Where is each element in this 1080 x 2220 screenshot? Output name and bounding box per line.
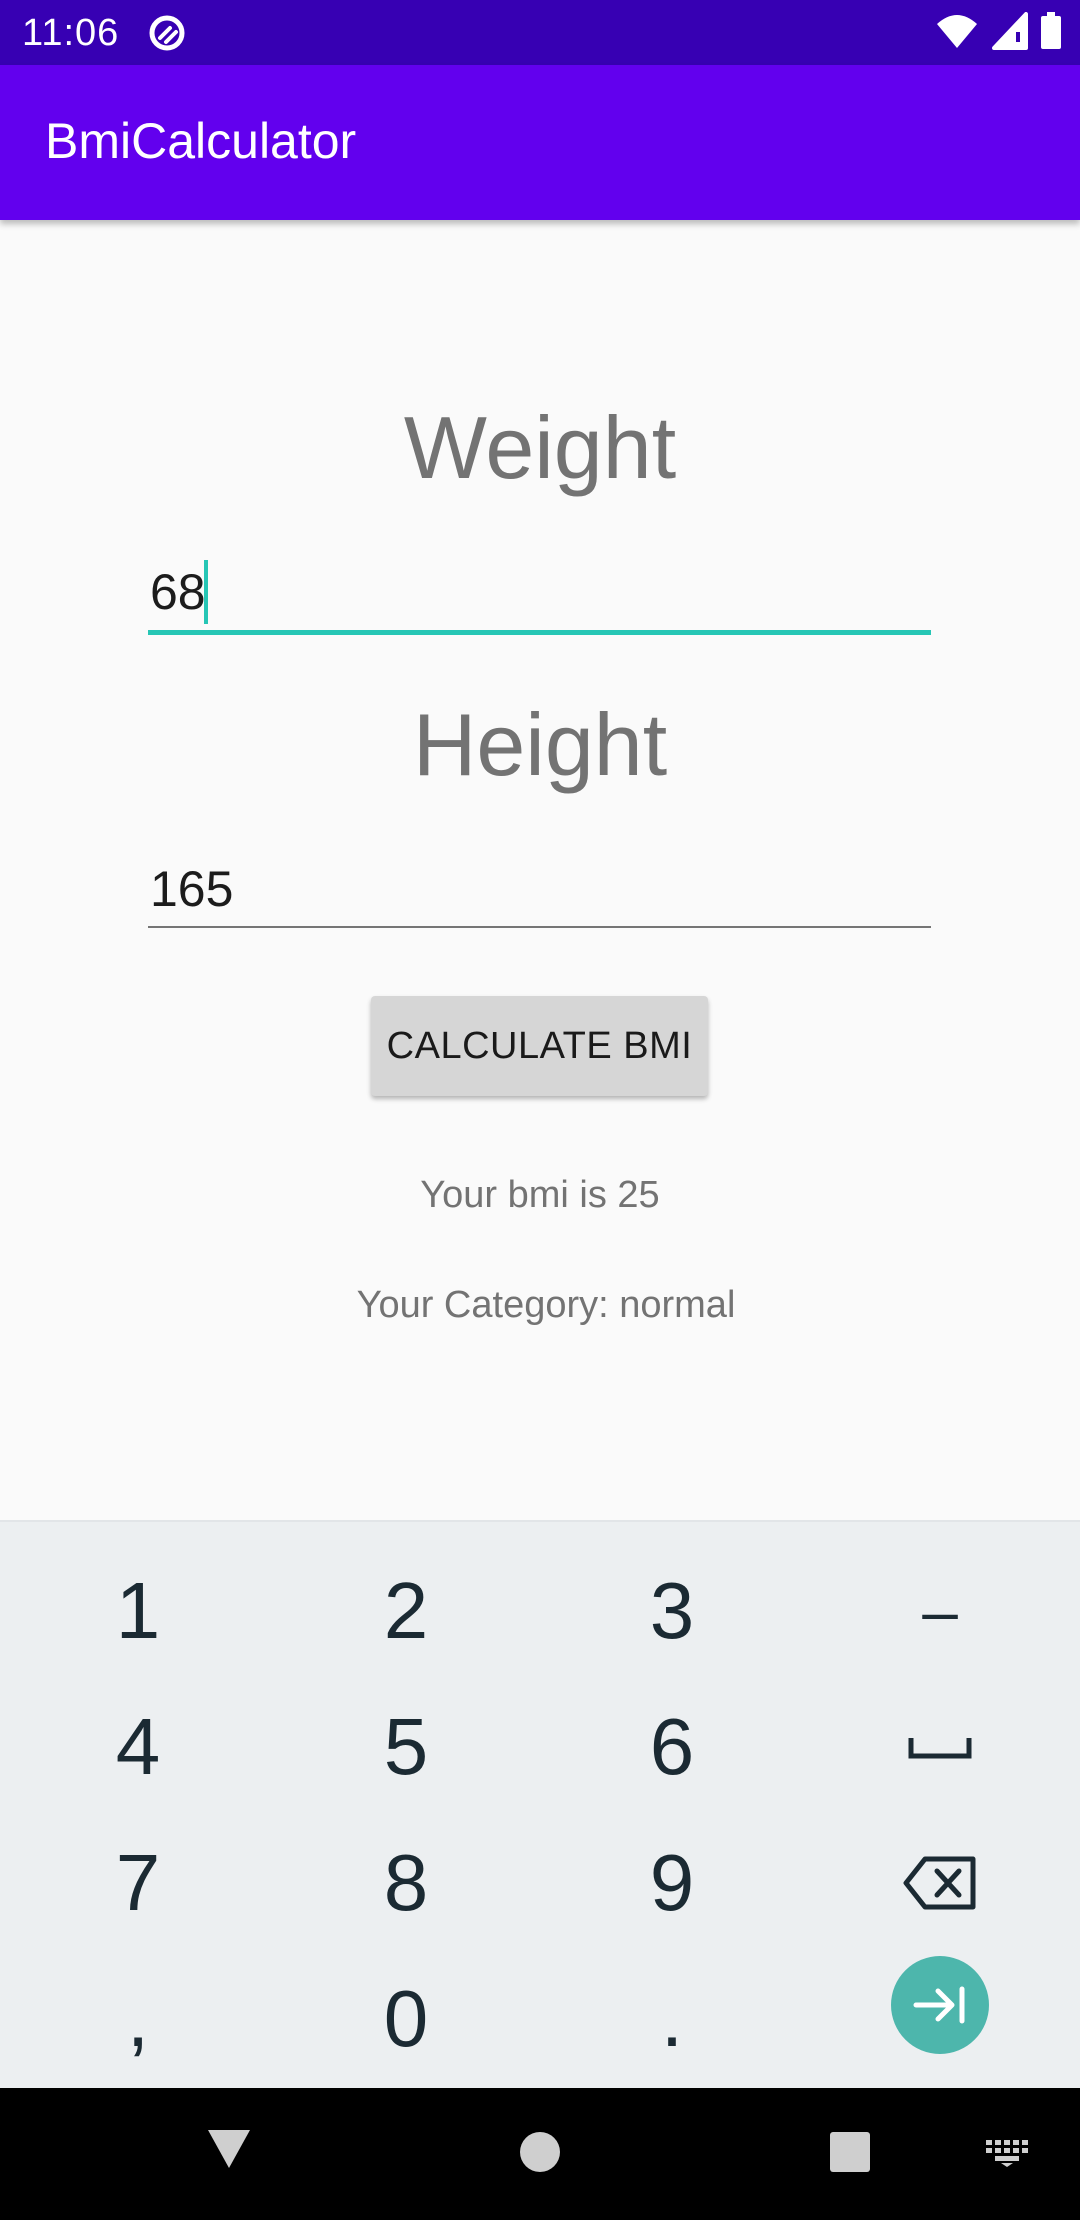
key-6[interactable]: 6 [538, 1679, 806, 1815]
battery-icon [1041, 12, 1061, 49]
key-4[interactable]: 4 [4, 1679, 272, 1815]
recents-icon[interactable] [829, 2131, 871, 2173]
key-space[interactable] [806, 1679, 1074, 1815]
key-7[interactable]: 7 [4, 1815, 272, 1951]
key-0[interactable]: 0 [272, 1951, 540, 2087]
back-icon[interactable] [206, 2128, 252, 2170]
key-1[interactable]: 1 [4, 1543, 272, 1679]
weight-input-underline [148, 630, 931, 635]
key-8[interactable]: 8 [272, 1815, 540, 1951]
bmi-result-text: Your bmi is 25 [420, 1174, 660, 1216]
key-2[interactable]: 2 [272, 1543, 540, 1679]
text-cursor [204, 560, 208, 624]
key-backspace[interactable] [806, 1815, 1074, 1951]
cell-signal-icon [991, 12, 1028, 50]
key-period[interactable]: . [538, 1951, 806, 2087]
weight-label: Weight [403, 398, 677, 497]
keyboard-switch-icon[interactable] [984, 2138, 1030, 2168]
key-minus[interactable]: – [806, 1543, 1074, 1679]
app-title: BmiCalculator [45, 113, 357, 169]
status-time: 11:06 [22, 12, 120, 54]
weight-input[interactable] [148, 547, 931, 637]
height-input[interactable] [148, 844, 931, 934]
height-label: Height [412, 695, 668, 794]
calculate-bmi-button[interactable]: CALCULATE BMI [371, 996, 708, 1096]
height-input-underline [148, 926, 931, 928]
backspace-icon [903, 1856, 976, 1910]
navigation-bar [0, 2088, 1080, 2220]
key-9[interactable]: 9 [538, 1815, 806, 1951]
next-key[interactable] [891, 1956, 989, 2054]
key-3[interactable]: 3 [538, 1543, 806, 1679]
status-bar: 11:06 [0, 0, 1080, 65]
app-notification-icon [149, 15, 185, 51]
home-icon[interactable] [519, 2131, 561, 2173]
key-comma[interactable]: , [4, 1951, 272, 2087]
key-5[interactable]: 5 [272, 1679, 540, 1815]
wifi-icon [937, 15, 978, 48]
app-bar: BmiCalculator [0, 65, 1080, 220]
space-icon [908, 1738, 972, 1759]
next-field-icon [913, 1986, 965, 2024]
category-result-text: Your Category: normal [356, 1284, 736, 1326]
